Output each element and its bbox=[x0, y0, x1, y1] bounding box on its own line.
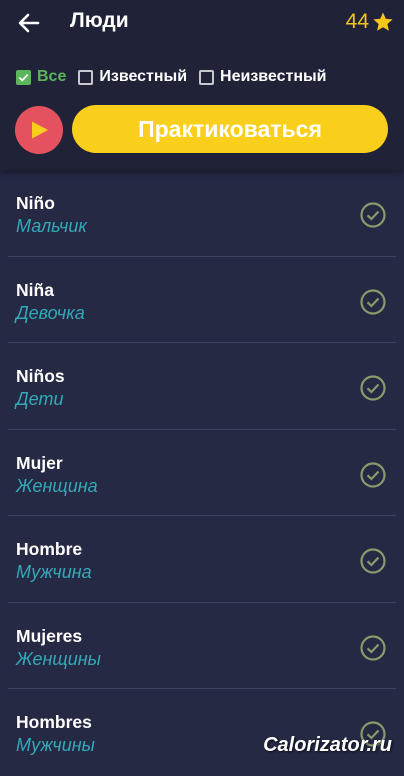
score-value: 44 bbox=[345, 10, 369, 33]
list-item[interactable]: Mujeres Женщины bbox=[8, 603, 396, 689]
page-title: Люди bbox=[70, 9, 129, 32]
filter-known-label: Известный bbox=[99, 68, 188, 85]
check-circle-icon[interactable] bbox=[359, 374, 387, 402]
word-translation: Женщины bbox=[16, 648, 101, 669]
word-text: Niño bbox=[16, 193, 55, 213]
filter-unknown-checkbox[interactable] bbox=[199, 69, 215, 85]
filter-unknown-label: Неизвестный bbox=[220, 68, 327, 85]
list-item[interactable]: Hombres Мужчины bbox=[8, 689, 396, 776]
star-icon bbox=[373, 12, 393, 31]
list-item[interactable]: Mujer Женщина bbox=[8, 430, 396, 516]
check-circle-icon[interactable] bbox=[359, 547, 387, 575]
filter-all[interactable]: Все bbox=[16, 68, 66, 86]
list-item[interactable]: Hombre Мужчина bbox=[8, 516, 396, 603]
word-list: Niño Мальчик Niña Девочка Niños Дети Muj… bbox=[8, 170, 396, 776]
play-audio-button[interactable] bbox=[15, 106, 63, 154]
filter-known[interactable]: Известный bbox=[78, 68, 187, 86]
checkmark-icon bbox=[18, 73, 29, 82]
check-circle-icon[interactable] bbox=[359, 201, 387, 229]
score-counter: 44 bbox=[346, 10, 394, 34]
filter-known-checkbox[interactable] bbox=[78, 69, 94, 85]
word-text: Hombre bbox=[16, 539, 83, 559]
app-header: Люди 44 Все Известный Неизвестный Практи… bbox=[0, 0, 404, 170]
word-translation: Девочка bbox=[16, 302, 85, 323]
filter-unknown[interactable]: Неизвестный bbox=[199, 68, 326, 86]
word-translation: Мужчина bbox=[16, 562, 92, 582]
word-translation: Дети bbox=[16, 389, 64, 409]
check-circle-icon[interactable] bbox=[359, 288, 387, 316]
filter-all-label: Все bbox=[37, 68, 67, 85]
list-item[interactable]: Niño Мальчик bbox=[8, 170, 396, 257]
arrow-left-icon bbox=[18, 13, 40, 33]
word-text: Niña bbox=[16, 279, 54, 300]
word-translation: Мальчик bbox=[16, 216, 87, 236]
practice-button[interactable]: Практиковаться bbox=[72, 105, 388, 153]
word-text: Mujer bbox=[16, 452, 63, 473]
back-button[interactable] bbox=[16, 10, 42, 36]
check-circle-icon[interactable] bbox=[359, 634, 387, 662]
watermark: Calorizator.ru bbox=[263, 734, 392, 756]
play-icon bbox=[32, 121, 48, 139]
check-circle-icon[interactable] bbox=[359, 461, 387, 489]
list-item[interactable]: Niños Дети bbox=[8, 343, 396, 430]
word-text: Mujeres bbox=[16, 625, 83, 646]
word-text: Niños bbox=[16, 366, 65, 386]
word-translation: Женщина bbox=[16, 475, 98, 496]
filter-all-checkbox[interactable] bbox=[16, 69, 31, 85]
filter-bar: Все Известный Неизвестный bbox=[16, 67, 338, 87]
word-text: Hombres bbox=[16, 712, 92, 732]
list-item[interactable]: Niña Девочка bbox=[8, 257, 396, 343]
word-translation: Мужчины bbox=[16, 735, 95, 755]
